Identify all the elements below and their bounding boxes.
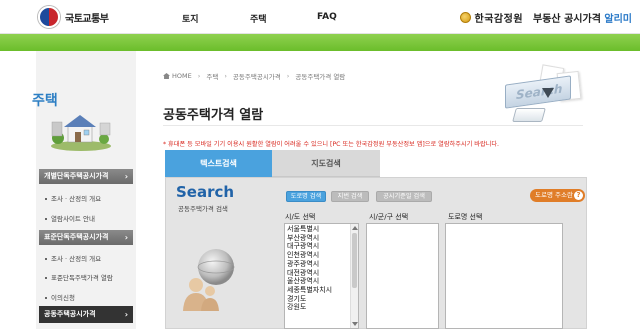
nav-item-land[interactable]: 토지 bbox=[182, 12, 199, 25]
bullet-icon bbox=[45, 277, 47, 279]
page-title: 공동주택가격 열람 bbox=[163, 108, 264, 123]
nav-item-housing[interactable]: 주택 bbox=[250, 12, 267, 25]
sido-option[interactable]: 광주광역시 bbox=[287, 260, 356, 269]
sidebar-subitem-objection[interactable]: 이의신청 bbox=[45, 292, 75, 302]
search-hero-illustration: Search bbox=[480, 64, 590, 126]
green-banner-bar bbox=[0, 34, 640, 51]
service-name: 부동산 공시가격 알리미 bbox=[533, 10, 632, 25]
search-subheading: 공동주택가격 검색 bbox=[178, 205, 228, 213]
sigungu-select-label: 시/군/구 선택 bbox=[369, 213, 409, 221]
sido-listbox[interactable]: 서울특별시 부산광역시 대구광역시 인천광역시 광주광역시 대전광역시 울산광역… bbox=[284, 223, 359, 329]
sidebar-subitem-standard-price-view[interactable]: 표준단독주택가격 열람 bbox=[45, 272, 113, 282]
chevron-right-icon: › bbox=[124, 172, 128, 181]
sidebar-subitem-label: 표준단독주택가격 열람 bbox=[51, 274, 113, 282]
sidebar-item-apartment-price[interactable]: 공동주택공시가격 › bbox=[39, 306, 133, 323]
tab-text-search[interactable]: 텍스트검색 bbox=[165, 150, 272, 177]
sidebar-subitem-label: 조사 · 산정의 개요 bbox=[51, 195, 102, 203]
breadcrumb-home[interactable]: HOME bbox=[163, 72, 192, 80]
road-address-lookup-button[interactable]: 도로명 주소란 ? bbox=[530, 189, 585, 202]
sido-option[interactable]: 인천광역시 bbox=[287, 251, 356, 260]
sidebar-item-individual-house-price[interactable]: 개별단독주택공시가격 › bbox=[39, 169, 133, 184]
sidebar-item-label: 개별단독주택공시가격 bbox=[44, 172, 109, 180]
sidebar-title: 주택 bbox=[32, 93, 58, 109]
sido-option[interactable]: 강원도 bbox=[287, 303, 356, 312]
globe-figure-icon bbox=[183, 249, 235, 311]
announcement-date-search-button[interactable]: 공시기준일 검색 bbox=[376, 191, 432, 202]
top-header: 국토교통부 토지 주택 FAQ 한국감정원 부동산 공시가격 알리미 bbox=[0, 0, 640, 34]
brand-name: 한국감정원 bbox=[474, 14, 524, 25]
road-name-listbox[interactable] bbox=[445, 223, 563, 329]
breadcrumb-item[interactable]: 주택 bbox=[206, 71, 218, 81]
service-name-suffix: 알리미 bbox=[604, 14, 632, 25]
sidebar-item-label: 공동주택공시가격 bbox=[44, 310, 96, 318]
bullet-icon bbox=[45, 297, 47, 299]
service-name-prefix: 부동산 공시가격 bbox=[533, 14, 601, 25]
road-name-select-label: 도로명 선택 bbox=[448, 213, 483, 221]
scroll-thumb[interactable] bbox=[352, 233, 357, 288]
breadcrumb-separator: › bbox=[197, 72, 201, 80]
search-box-graphic: Search bbox=[505, 75, 571, 109]
sido-option[interactable]: 서울특별시 bbox=[287, 225, 356, 234]
breadcrumb-home-label: HOME bbox=[172, 72, 192, 80]
chevron-right-icon: › bbox=[124, 310, 128, 319]
sidebar-subitem-survey-overview[interactable]: 조사 · 산정의 개요 bbox=[45, 193, 101, 203]
sido-option[interactable]: 세종특별자치시 bbox=[287, 286, 356, 295]
service-brand[interactable]: 한국감정원 부동산 공시가격 알리미 bbox=[459, 10, 632, 25]
sidebar-subitem-label: 열람사이트 안내 bbox=[51, 215, 95, 223]
road-name-search-button[interactable]: 도로명 검색 bbox=[286, 191, 326, 202]
tab-map-search[interactable]: 지도검색 bbox=[272, 150, 380, 177]
scroll-up-arrow-icon[interactable] bbox=[352, 226, 358, 230]
sigungu-listbox[interactable] bbox=[366, 223, 439, 329]
breadcrumb: HOME › 주택 › 공동주택공시가격 › 공동주택가격 열람 bbox=[163, 71, 345, 81]
sidebar-subitem-label: 이의신청 bbox=[51, 294, 75, 302]
enter-key-icon bbox=[512, 108, 546, 122]
cursor-arrow-icon bbox=[542, 88, 554, 98]
bullet-icon bbox=[45, 218, 47, 220]
sidebar-subitem-label: 조사 · 산정의 개요 bbox=[51, 255, 102, 263]
sido-option[interactable]: 대구광역시 bbox=[287, 242, 356, 251]
sido-scrollbar[interactable] bbox=[350, 224, 358, 328]
sido-select-label: 시/도 선택 bbox=[285, 213, 316, 221]
breadcrumb-separator: › bbox=[286, 72, 290, 80]
help-question-icon: ? bbox=[574, 191, 583, 200]
breadcrumb-current: 공동주택가격 열람 bbox=[295, 73, 346, 81]
search-heading: Search bbox=[176, 183, 235, 201]
road-address-lookup-label: 도로명 주소란 bbox=[535, 191, 573, 199]
sidebar-subitem-survey-overview-2[interactable]: 조사 · 산정의 개요 bbox=[45, 253, 101, 263]
lot-number-search-button[interactable]: 지번 검색 bbox=[331, 191, 369, 202]
sidebar-subitem-viewing-site-guide[interactable]: 열람사이트 안내 bbox=[45, 213, 95, 223]
mobile-notice: * 휴대폰 등 모바일 기기 이용시 원활한 열람이 어려울 수 있으니 [PC… bbox=[163, 141, 499, 148]
sido-option[interactable]: 대전광역시 bbox=[287, 269, 356, 278]
chevron-right-icon: › bbox=[124, 233, 128, 242]
sidebar-item-standard-house-price[interactable]: 표준단독주택공시가격 › bbox=[39, 230, 133, 245]
bullet-icon bbox=[45, 198, 47, 200]
sido-option[interactable]: 울산광역시 bbox=[287, 277, 356, 286]
house-illustration-icon bbox=[51, 115, 111, 151]
divider bbox=[163, 125, 583, 126]
breadcrumb-item[interactable]: 공동주택공시가격 bbox=[233, 71, 281, 81]
hero-search-text: Search bbox=[516, 81, 563, 103]
scroll-down-arrow-icon[interactable] bbox=[352, 322, 358, 326]
kab-emblem-icon bbox=[459, 12, 471, 23]
sidebar-item-label: 표준단독주택공시가격 bbox=[44, 233, 109, 241]
home-icon bbox=[163, 73, 170, 79]
breadcrumb-separator: › bbox=[224, 72, 227, 80]
bullet-icon bbox=[45, 258, 47, 260]
nav-item-faq[interactable]: FAQ bbox=[317, 12, 337, 22]
